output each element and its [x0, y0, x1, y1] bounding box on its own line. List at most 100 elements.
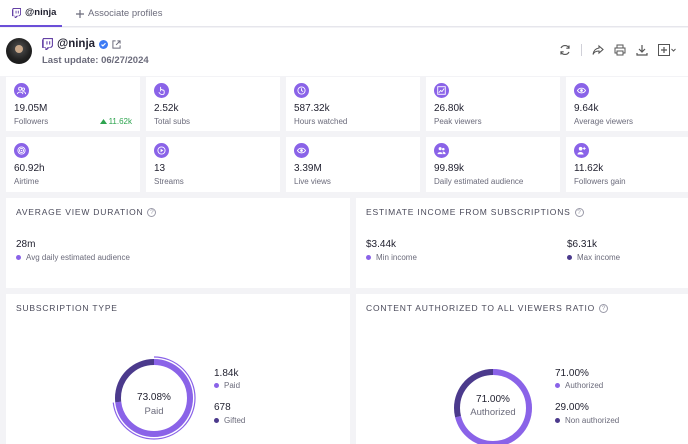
arrow-up-icon — [99, 119, 107, 124]
subscription-type-panel: SUBSCRIPTION TYPE 73.08% Paid 1.84k Paid… — [6, 294, 350, 444]
authorized-label-row: Authorized — [555, 381, 603, 390]
twitch-icon — [42, 38, 53, 50]
stat-value: 13 — [154, 163, 166, 174]
peak-viewers-icon — [434, 83, 449, 98]
content-ratio-donut — [454, 369, 532, 444]
legend-dot — [214, 418, 219, 423]
live-views-icon — [294, 143, 309, 158]
gifted-value: 678 — [214, 402, 231, 413]
min-income-value: $3.44k — [366, 239, 397, 250]
paid-label: Paid — [224, 381, 241, 390]
verified-icon — [99, 39, 109, 49]
followers-gain-icon — [574, 143, 589, 158]
daily-audience-icon — [434, 143, 449, 158]
max-income-label-row: Max income — [567, 253, 620, 262]
stat-label: Live views — [294, 177, 331, 186]
donut-center: 73.08% Paid — [124, 392, 184, 417]
avg-view-duration-label: Avg daily estimated audience — [26, 253, 130, 262]
legend-dot — [555, 383, 560, 388]
non-authorized-label: Non authorized — [565, 416, 620, 425]
stat-label: Hours watched — [294, 117, 348, 126]
total-subs-icon — [154, 83, 169, 98]
income-panel: ESTIMATE INCOME FROM SUBSCRIPTIONS ? $3.… — [356, 198, 688, 288]
plus-icon — [76, 9, 84, 18]
min-income-label-row: Min income — [366, 253, 417, 262]
stat-label: Total subs — [154, 117, 191, 126]
profile-tabs-bar: @ninja Associate profiles — [0, 0, 688, 27]
legend-dot — [214, 383, 219, 388]
stat-value: 19.05M — [14, 103, 48, 114]
profile-header: @ninja Last update: 06/27/2024 — [0, 28, 688, 76]
twitch-icon — [12, 7, 21, 18]
share-icon[interactable] — [592, 44, 604, 56]
min-income-label: Min income — [376, 253, 417, 262]
stat-card-total-subs: 2.52k Total subs — [146, 77, 280, 131]
tab-ninja-label: @ninja — [25, 7, 57, 18]
add-to-list-icon[interactable] — [658, 44, 676, 56]
panel-title: AVERAGE VIEW DURATION ? — [16, 207, 157, 217]
stat-value: 3.39M — [294, 163, 322, 174]
tab-ninja[interactable]: @ninja — [0, 0, 62, 27]
donut-center-label: Paid — [144, 406, 164, 417]
stat-value: 99.89k — [434, 163, 465, 174]
stat-value: 9.64k — [574, 103, 599, 114]
followers-icon — [14, 83, 29, 98]
profile-name-row: @ninja — [42, 38, 121, 50]
help-icon[interactable]: ? — [574, 207, 584, 217]
tab-associate-label: Associate profiles — [88, 8, 163, 19]
stat-value: 26.80k — [434, 103, 465, 114]
paid-value: 1.84k — [214, 368, 239, 379]
average-viewers-icon — [574, 83, 589, 98]
avatar — [6, 38, 32, 64]
legend-dot — [555, 418, 560, 423]
panel-title: ESTIMATE INCOME FROM SUBSCRIPTIONS ? — [366, 207, 584, 217]
income-title: ESTIMATE INCOME FROM SUBSCRIPTIONS — [366, 207, 571, 217]
profile-name: @ninja — [57, 38, 96, 50]
download-icon[interactable] — [636, 44, 648, 56]
authorized-label: Authorized — [565, 381, 604, 390]
legend-dot — [366, 255, 371, 260]
stat-card-live-views: 3.39M Live views — [286, 137, 420, 192]
stat-card-daily-audience: 99.89k Daily estimated audience — [426, 137, 560, 192]
print-icon[interactable] — [614, 44, 626, 56]
stat-card-airtime: 60.92h Airtime — [6, 137, 140, 192]
stat-card-average-viewers: 9.64k Average viewers — [566, 77, 688, 131]
donut-center-label: Authorized — [470, 407, 516, 418]
stat-card-streams: 13 Streams — [146, 137, 280, 192]
stat-label: Airtime — [14, 177, 39, 186]
tab-associate-profiles[interactable]: Associate profiles — [76, 0, 162, 27]
airtime-icon — [14, 143, 29, 158]
stat-card-hours-watched: 587.32k Hours watched — [286, 77, 420, 131]
legend-dot — [567, 255, 572, 260]
stat-value: 587.32k — [294, 103, 330, 114]
paid-label-row: Paid — [214, 381, 240, 390]
last-update: Last update: 06/27/2024 — [42, 55, 149, 66]
donut-center-pct: 73.08% — [137, 392, 171, 403]
gifted-label-row: Gifted — [214, 416, 245, 425]
followers-delta: 11.62k — [99, 117, 132, 126]
non-authorized-value: 29.00% — [555, 402, 589, 413]
max-income-value: $6.31k — [567, 239, 598, 250]
stat-label: Followers gain — [574, 177, 626, 186]
gifted-label: Gifted — [224, 416, 246, 425]
authorized-value: 71.00% — [555, 368, 589, 379]
followers-delta-value: 11.62k — [108, 117, 132, 126]
stat-label: Followers — [14, 117, 49, 126]
stat-label: Streams — [154, 177, 184, 186]
non-authorized-label-row: Non authorized — [555, 416, 619, 425]
stat-value: 11.62k — [574, 163, 604, 174]
stat-value: 2.52k — [154, 103, 179, 114]
stat-label: Average viewers — [574, 117, 633, 126]
avg-view-duration-value: 28m — [16, 239, 36, 250]
content-ratio-panel: CONTENT AUTHORIZED TO ALL VIEWERS RATIO … — [356, 294, 688, 444]
stat-label: Peak viewers — [434, 117, 482, 126]
refresh-icon[interactable] — [559, 44, 571, 56]
stat-card-followers: 19.05M Followers 11.62k — [6, 77, 140, 131]
legend-dot — [16, 255, 21, 260]
help-icon[interactable]: ? — [147, 207, 157, 217]
external-link-icon[interactable] — [112, 39, 121, 49]
avg-view-duration-panel: AVERAGE VIEW DURATION ? 28m Avg daily es… — [6, 198, 350, 288]
hours-watched-icon — [294, 83, 309, 98]
stat-card-peak-viewers: 26.80k Peak viewers — [426, 77, 560, 131]
avg-view-duration-title: AVERAGE VIEW DURATION — [16, 207, 144, 217]
